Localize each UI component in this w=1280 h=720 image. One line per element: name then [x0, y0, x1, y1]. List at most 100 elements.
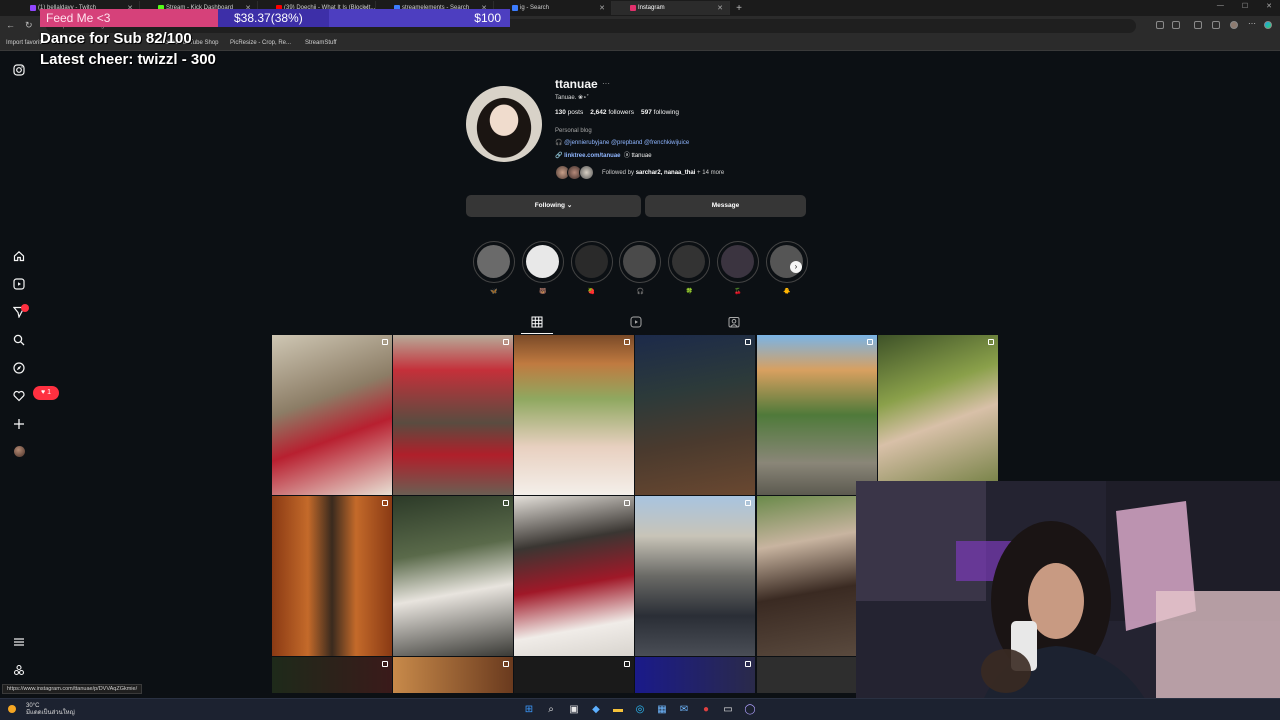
- app-icon[interactable]: ◯: [744, 704, 756, 716]
- bio-mentions[interactable]: @jennierubyjane @prepband @frenchkiwijui…: [564, 140, 689, 146]
- store-icon[interactable]: ▦: [656, 704, 668, 716]
- profile-icon[interactable]: [1230, 21, 1238, 29]
- tagged-tab-icon[interactable]: [728, 316, 740, 328]
- favorite-star-icon[interactable]: [1172, 21, 1180, 29]
- home-icon[interactable]: [13, 250, 25, 262]
- following-stat[interactable]: 597 following: [641, 109, 679, 116]
- copilot-icon[interactable]: [1264, 21, 1272, 29]
- file-explorer-icon[interactable]: ▬: [612, 704, 624, 716]
- highlights-next-icon[interactable]: ›: [790, 261, 802, 273]
- highlight-cover: [574, 245, 608, 278]
- explore-icon[interactable]: [13, 362, 25, 374]
- posts-tab-icon[interactable]: [531, 316, 543, 328]
- post-thumbnail[interactable]: [878, 335, 998, 495]
- highlight-cover: [623, 245, 657, 278]
- posts-stat: 130 posts: [555, 109, 584, 116]
- browser-tab-active[interactable]: Instagram ✕: [612, 1, 730, 15]
- terminal-icon[interactable]: ▭: [722, 704, 734, 716]
- post-thumbnail[interactable]: [393, 496, 513, 656]
- following-button[interactable]: Following ⌄: [466, 195, 641, 217]
- maximize-icon[interactable]: ☐: [1242, 2, 1248, 10]
- profile-avatar-icon[interactable]: [14, 446, 25, 457]
- highlight-cover: [525, 245, 559, 278]
- followers-stat[interactable]: 2,642 followers: [590, 109, 634, 116]
- profile-links: 🔗 linktree.com/tanuae ⓐ ttanuae: [555, 150, 652, 159]
- profile-category: Personal blog: [555, 128, 592, 134]
- donation-goal-target: $100: [474, 11, 501, 25]
- taskbar-search-icon[interactable]: ⌕: [545, 704, 557, 716]
- read-aloud-icon[interactable]: [1156, 21, 1164, 29]
- message-button[interactable]: Message: [645, 195, 806, 217]
- story-highlight[interactable]: [765, 241, 808, 283]
- extensions-icon[interactable]: [1194, 21, 1202, 29]
- profile-username: ttanuae: [555, 77, 598, 91]
- hamburger-menu-icon[interactable]: [13, 636, 25, 648]
- profile-picture[interactable]: [466, 86, 542, 162]
- active-tab-underline: [521, 333, 553, 334]
- post-thumbnail[interactable]: [272, 335, 392, 495]
- sub-goal-text: Dance for Sub 82/100: [40, 30, 192, 47]
- mail-icon[interactable]: ✉: [678, 704, 690, 716]
- menu-dots-icon[interactable]: ⋯: [1248, 19, 1256, 28]
- task-view-icon[interactable]: ▣: [568, 704, 580, 716]
- obs-icon[interactable]: ●: [700, 704, 712, 716]
- carousel-icon: [503, 339, 509, 345]
- post-thumbnail[interactable]: [635, 335, 755, 495]
- mutual-avatar: [579, 165, 594, 180]
- headphones-icon: 🎧: [555, 140, 563, 146]
- post-thumbnail[interactable]: [757, 657, 856, 693]
- more-options-icon[interactable]: ···: [602, 79, 610, 88]
- post-thumbnail[interactable]: [393, 657, 513, 693]
- tab-title: Instagram: [638, 5, 665, 11]
- post-thumbnail[interactable]: [757, 496, 856, 656]
- reels-tab-icon[interactable]: [630, 316, 642, 328]
- profile-full-name: Tanuae. ❀⋆˚: [555, 95, 589, 101]
- favorites-icon[interactable]: [1212, 21, 1220, 29]
- story-highlight[interactable]: [668, 241, 711, 283]
- start-icon[interactable]: ⊞: [523, 704, 535, 716]
- back-icon[interactable]: ←: [6, 20, 15, 30]
- post-thumbnail[interactable]: [272, 657, 392, 693]
- notification-count-badge: ♥ 1: [33, 386, 59, 400]
- tab-favicon: [512, 5, 518, 11]
- highlight-label: 🍓: [587, 289, 596, 295]
- copilot-taskbar-icon[interactable]: ◆: [590, 704, 602, 716]
- post-thumbnail[interactable]: [635, 657, 755, 693]
- story-highlight[interactable]: [619, 241, 662, 283]
- post-thumbnail[interactable]: [757, 335, 877, 495]
- close-icon[interactable]: ✕: [599, 4, 605, 12]
- profile-link[interactable]: 🔗 linktree.com/tanuae: [555, 153, 621, 159]
- instagram-logo-icon[interactable]: [13, 64, 25, 76]
- story-highlight[interactable]: [570, 241, 613, 283]
- status-bar-url: https://www.instagram.com/ttanuae/p/DVVA…: [2, 684, 143, 694]
- close-icon[interactable]: ✕: [717, 4, 723, 12]
- threads-link[interactable]: ⓐ ttanuae: [624, 153, 652, 159]
- browser-tab[interactable]: ig - Search ✕: [494, 1, 612, 15]
- notifications-heart-icon[interactable]: [13, 390, 25, 402]
- webcam-overlay: [856, 481, 1280, 720]
- post-thumbnail[interactable]: [272, 496, 392, 656]
- story-highlight[interactable]: [521, 241, 564, 283]
- tab-favicon: [630, 5, 636, 11]
- post-thumbnail[interactable]: [393, 335, 513, 495]
- post-thumbnail[interactable]: [635, 496, 755, 656]
- weather-widget[interactable]: 30°C มีแดดเป็นส่วนใหญ่: [8, 703, 75, 717]
- highlight-cover: [672, 245, 706, 278]
- close-window-icon[interactable]: ✕: [1266, 2, 1272, 10]
- edge-icon[interactable]: ◎: [634, 704, 646, 716]
- search-icon[interactable]: [13, 334, 25, 346]
- bookmark-item[interactable]: StreamStuff: [305, 40, 337, 46]
- create-icon[interactable]: [13, 418, 25, 430]
- post-thumbnail[interactable]: [514, 335, 634, 495]
- highlight-label: 🐻: [539, 289, 547, 295]
- story-highlight[interactable]: [473, 241, 515, 283]
- new-tab-button[interactable]: +: [730, 3, 748, 14]
- story-highlight[interactable]: [717, 241, 759, 283]
- post-thumbnail[interactable]: [514, 496, 634, 656]
- reels-icon[interactable]: [13, 278, 25, 290]
- meta-apps-icon[interactable]: [13, 664, 25, 676]
- refresh-icon[interactable]: ↻: [25, 20, 33, 31]
- minimize-icon[interactable]: —: [1217, 2, 1224, 10]
- post-thumbnail[interactable]: [514, 657, 634, 693]
- bookmark-item[interactable]: PicResize - Crop, Re...: [230, 40, 291, 46]
